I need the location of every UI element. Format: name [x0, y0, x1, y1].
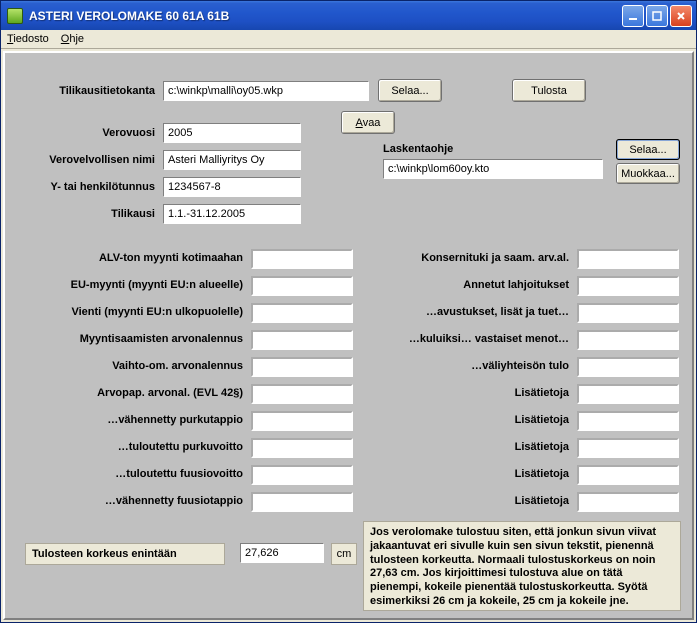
- right-field-input[interactable]: [577, 357, 679, 377]
- name-input[interactable]: [163, 150, 301, 170]
- left-field-input[interactable]: [251, 465, 353, 485]
- db-input[interactable]: [163, 81, 369, 101]
- right-field-label: …kuluiksi… vastaiset menot…: [359, 333, 569, 345]
- calc-label: Laskentaohje: [383, 143, 493, 155]
- calc-browse-button[interactable]: Selaa...: [616, 139, 680, 160]
- left-field-input[interactable]: [251, 438, 353, 458]
- right-field-input[interactable]: [577, 330, 679, 350]
- right-field-label: Lisätietoja: [359, 387, 569, 399]
- left-field-input[interactable]: [251, 303, 353, 323]
- help-text: Jos verolomake tulostuu siten, että jonk…: [363, 521, 681, 611]
- app-icon: [7, 8, 23, 24]
- left-field-label: EU-myynti (myynti EU:n alueelle): [13, 279, 243, 291]
- year-input[interactable]: [163, 123, 301, 143]
- right-field-input[interactable]: [577, 303, 679, 323]
- left-field-input[interactable]: [251, 357, 353, 377]
- right-field-input[interactable]: [577, 465, 679, 485]
- period-input[interactable]: [163, 204, 301, 224]
- left-field-label: …tuloutettu fuusiovoitto: [13, 468, 243, 480]
- left-field-label: Vaihto-om. arvonalennus: [13, 360, 243, 372]
- right-field-input[interactable]: [577, 438, 679, 458]
- height-unit: cm: [331, 543, 357, 565]
- right-field-label: …väliyhteisön tulo: [359, 360, 569, 372]
- left-field-label: …vähennetty fuusiotappio: [13, 495, 243, 507]
- menu-help[interactable]: Ohje: [61, 33, 84, 45]
- open-button[interactable]: Avaa: [341, 111, 395, 134]
- right-field-label: …avustukset, lisät ja tuet…: [359, 306, 569, 318]
- left-field-input[interactable]: [251, 384, 353, 404]
- left-field-label: …tuloutettu purkuvoitto: [13, 441, 243, 453]
- titlebar: ASTERI VEROLOMAKE 60 61A 61B: [1, 1, 696, 30]
- left-field-label: …vähennetty purkutappio: [13, 414, 243, 426]
- right-field-input[interactable]: [577, 249, 679, 269]
- right-field-label: Lisätietoja: [359, 468, 569, 480]
- name-label: Verovelvollisen nimi: [15, 154, 155, 166]
- calc-edit-button[interactable]: Muokkaa...: [616, 163, 680, 184]
- left-field-label: Arvopap. arvonal. (EVL 42§): [13, 387, 243, 399]
- right-field-input[interactable]: [577, 276, 679, 296]
- right-field-label: Lisätietoja: [359, 441, 569, 453]
- menubar: Tiedosto Ohje: [1, 30, 696, 49]
- client-area: Tilikausitietokanta Selaa... Tulosta Ava…: [3, 51, 694, 620]
- year-label: Verovuosi: [15, 127, 155, 139]
- right-field-label: Lisätietoja: [359, 414, 569, 426]
- print-button[interactable]: Tulosta: [512, 79, 586, 102]
- right-field-label: Konsernituki ja saam. arv.al.: [359, 252, 569, 264]
- left-field-input[interactable]: [251, 411, 353, 431]
- left-field-label: Vienti (myynti EU:n ulkopuolelle): [13, 306, 243, 318]
- db-browse-button[interactable]: Selaa...: [378, 79, 442, 102]
- left-field-label: Myyntisaamisten arvonalennus: [13, 333, 243, 345]
- right-field-label: Annetut lahjoitukset: [359, 279, 569, 291]
- left-field-input[interactable]: [251, 330, 353, 350]
- id-label: Y- tai henkilötunnus: [15, 181, 155, 193]
- minimize-button[interactable]: [622, 5, 644, 27]
- period-label: Tilikausi: [15, 208, 155, 220]
- height-label: Tulosteen korkeus enintään: [25, 543, 225, 565]
- calc-input[interactable]: [383, 159, 603, 179]
- height-input[interactable]: [240, 543, 324, 563]
- right-field-input[interactable]: [577, 411, 679, 431]
- left-field-input[interactable]: [251, 249, 353, 269]
- window-title: ASTERI VEROLOMAKE 60 61A 61B: [29, 9, 622, 23]
- db-label: Tilikausitietokanta: [15, 85, 155, 97]
- close-button[interactable]: [670, 5, 692, 27]
- right-field-label: Lisätietoja: [359, 495, 569, 507]
- left-field-input[interactable]: [251, 492, 353, 512]
- right-field-input[interactable]: [577, 384, 679, 404]
- id-input[interactable]: [163, 177, 301, 197]
- left-field-input[interactable]: [251, 276, 353, 296]
- maximize-button[interactable]: [646, 5, 668, 27]
- right-field-input[interactable]: [577, 492, 679, 512]
- left-field-label: ALV-ton myynti kotimaahan: [13, 252, 243, 264]
- menu-file[interactable]: Tiedosto: [7, 33, 49, 45]
